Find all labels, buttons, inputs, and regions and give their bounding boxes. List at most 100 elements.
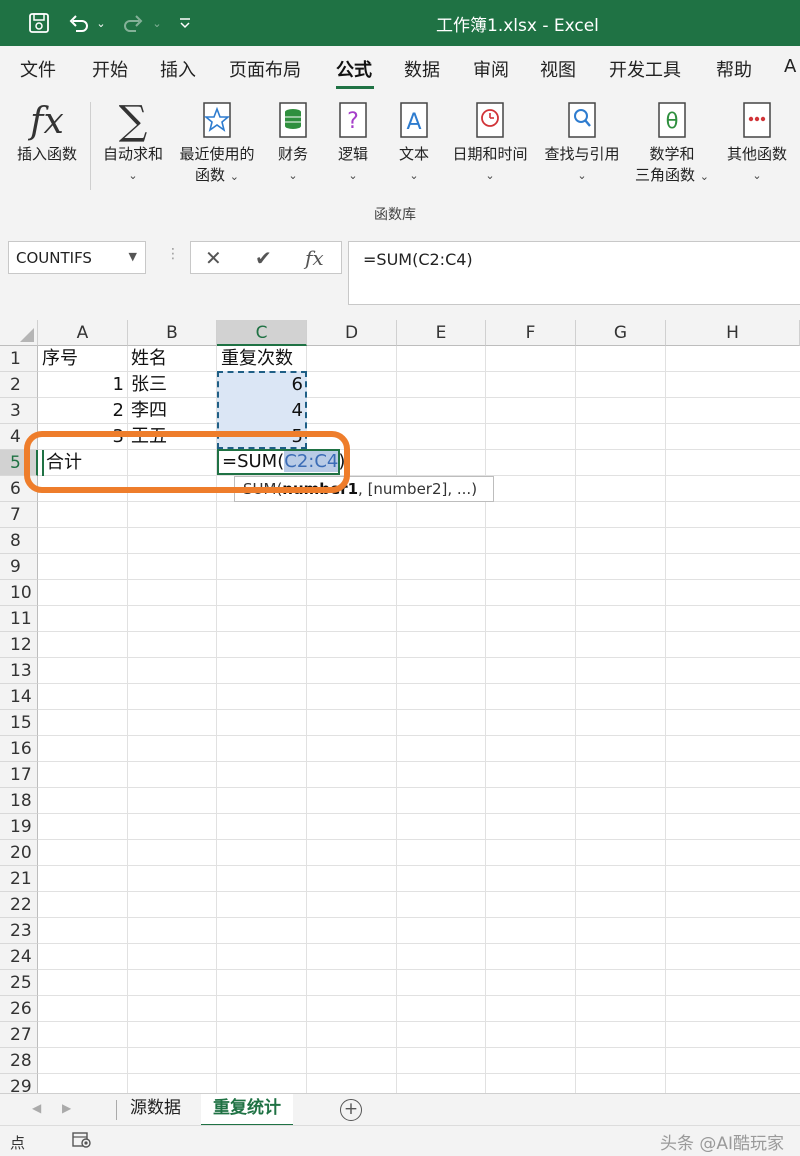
gridline xyxy=(396,346,397,1093)
column-header-a[interactable]: A xyxy=(38,320,128,346)
redo-dropdown-icon[interactable]: ⌄ xyxy=(150,9,164,37)
insert-function-button[interactable]: fx 插入函数 xyxy=(10,98,84,165)
tab-page-layout[interactable]: 页面布局 xyxy=(229,56,301,82)
logical-button[interactable]: ? 逻辑 ⌄ xyxy=(326,98,380,186)
sheet-next-arrow-icon[interactable]: ▶ xyxy=(62,1101,71,1115)
row-header-10[interactable]: 10 xyxy=(0,580,38,606)
name-box-dropdown-icon[interactable]: ▼ xyxy=(129,250,137,263)
chevron-down-icon: ⌄ xyxy=(348,169,358,182)
math-trig-button[interactable]: θ 数学和 三角函数 ⌄ xyxy=(630,98,714,187)
financial-button[interactable]: 财务 ⌄ xyxy=(266,98,320,186)
redo-icon[interactable] xyxy=(120,9,146,37)
row-header-27[interactable]: 27 xyxy=(0,1022,38,1048)
column-header-d[interactable]: D xyxy=(307,320,397,346)
row-header-19[interactable]: 19 xyxy=(0,814,38,840)
gridline xyxy=(38,657,800,658)
sigma-icon: ∑ xyxy=(118,97,148,144)
cell-b2[interactable]: 张三 xyxy=(131,372,167,398)
cancel-icon[interactable]: ✕ xyxy=(205,246,222,270)
row-header-17[interactable]: 17 xyxy=(0,762,38,788)
cell-c1[interactable]: 重复次数 xyxy=(221,346,293,372)
customize-toolbar-icon[interactable] xyxy=(176,9,194,37)
tab-help[interactable]: 帮助 xyxy=(716,56,752,82)
add-sheet-icon[interactable]: + xyxy=(340,1099,362,1121)
tab-developer[interactable]: 开发工具 xyxy=(609,56,681,82)
column-header-b[interactable]: B xyxy=(128,320,217,346)
worksheet-grid[interactable]: A B C D E F G H 1 2 3 4 5 6 7 8 9 10 11 … xyxy=(0,320,800,1093)
row-header-20[interactable]: 20 xyxy=(0,840,38,866)
magnifier-book-icon xyxy=(538,98,626,144)
insert-function-fx-icon[interactable]: fx xyxy=(305,246,324,270)
row-header-15[interactable]: 15 xyxy=(0,710,38,736)
column-header-g[interactable]: G xyxy=(576,320,666,346)
formula-input[interactable]: =SUM(C2:C4) xyxy=(348,241,800,305)
row-header-9[interactable]: 9 xyxy=(0,554,38,580)
gridline xyxy=(38,787,800,788)
cell-a1[interactable]: 序号 xyxy=(42,346,78,372)
row-header-1[interactable]: 1 xyxy=(0,346,38,372)
row-header-21[interactable]: 21 xyxy=(0,866,38,892)
column-header-e[interactable]: E xyxy=(397,320,486,346)
tab-data[interactable]: 数据 xyxy=(404,56,440,82)
recently-used-button[interactable]: 最近使用的 函数 ⌄ xyxy=(172,98,262,187)
row-header-11[interactable]: 11 xyxy=(0,606,38,632)
row-header-29[interactable]: 29 xyxy=(0,1074,38,1093)
row-header-13[interactable]: 13 xyxy=(0,658,38,684)
cell-a3[interactable]: 2 xyxy=(38,398,124,424)
gridline xyxy=(38,579,800,580)
row-header-3[interactable]: 3 xyxy=(0,398,38,424)
row-header-14[interactable]: 14 xyxy=(0,684,38,710)
gridline xyxy=(38,1021,800,1022)
row-header-25[interactable]: 25 xyxy=(0,970,38,996)
autosave-icon[interactable] xyxy=(26,9,52,37)
formula-bar-grip-icon[interactable]: ⋮ xyxy=(166,246,180,262)
svg-text:?: ? xyxy=(347,109,359,134)
text-button[interactable]: A 文本 ⌄ xyxy=(387,98,441,186)
tab-overflow[interactable]: A xyxy=(784,56,796,77)
row-header-8[interactable]: 8 xyxy=(0,528,38,554)
tab-formulas[interactable]: 公式 xyxy=(336,56,372,82)
cell-c3[interactable]: 4 xyxy=(217,398,303,424)
lookup-reference-button[interactable]: 查找与引用 ⌄ xyxy=(538,98,626,186)
column-header-c[interactable]: C xyxy=(217,320,307,346)
sheet-tab-bar: ◀ ▶ 源数据 重复统计 + xyxy=(0,1093,800,1127)
column-header-h[interactable]: H xyxy=(666,320,800,346)
undo-icon[interactable] xyxy=(66,9,92,37)
sheet-prev-arrow-icon[interactable]: ◀ xyxy=(32,1101,41,1115)
tab-view[interactable]: 视图 xyxy=(540,56,576,82)
tab-home[interactable]: 开始 xyxy=(92,56,128,82)
more-functions-button[interactable]: 其他函数 ⌄ xyxy=(720,98,794,186)
row-header-16[interactable]: 16 xyxy=(0,736,38,762)
macro-record-icon[interactable] xyxy=(72,1131,92,1149)
row-header-24[interactable]: 24 xyxy=(0,944,38,970)
sheet-tab-duplicate-stats[interactable]: 重复统计 xyxy=(201,1094,293,1127)
chevron-down-icon: ⌄ xyxy=(288,169,298,182)
row-header-23[interactable]: 23 xyxy=(0,918,38,944)
row-header-2[interactable]: 2 xyxy=(0,372,38,398)
name-box[interactable]: COUNTIFS ▼ xyxy=(8,241,146,274)
gridline xyxy=(38,527,800,528)
select-all-button[interactable] xyxy=(0,320,38,346)
sheet-tab-source-data[interactable]: 源数据 xyxy=(118,1094,193,1124)
row-header-7[interactable]: 7 xyxy=(0,502,38,528)
autosum-button[interactable]: ∑ 自动求和 ⌄ xyxy=(96,98,170,186)
row-header-18[interactable]: 18 xyxy=(0,788,38,814)
cell-b1[interactable]: 姓名 xyxy=(131,346,167,372)
date-time-button[interactable]: 日期和时间 ⌄ xyxy=(446,98,534,186)
row-header-22[interactable]: 22 xyxy=(0,892,38,918)
tab-review[interactable]: 审阅 xyxy=(473,56,509,82)
column-header-f[interactable]: F xyxy=(486,320,576,346)
row-header-26[interactable]: 26 xyxy=(0,996,38,1022)
cell-b3[interactable]: 李四 xyxy=(131,398,167,424)
tab-insert[interactable]: 插入 xyxy=(160,56,196,82)
gridline xyxy=(38,969,800,970)
ribbon: fx 插入函数 ∑ 自动求和 ⌄ 最近使用的 函数 ⌄ 财务 ⌄ ? 逻辑 ⌄ … xyxy=(0,92,800,231)
enter-check-icon[interactable]: ✔ xyxy=(255,246,272,270)
cell-c2[interactable]: 6 xyxy=(217,372,303,398)
tab-file[interactable]: 文件 xyxy=(20,56,56,82)
row-header-28[interactable]: 28 xyxy=(0,1048,38,1074)
row-header-12[interactable]: 12 xyxy=(0,632,38,658)
undo-dropdown-icon[interactable]: ⌄ xyxy=(94,9,108,37)
cell-a2[interactable]: 1 xyxy=(38,372,124,398)
status-bar: 点 头条 @AI酷玩家 xyxy=(0,1125,800,1156)
